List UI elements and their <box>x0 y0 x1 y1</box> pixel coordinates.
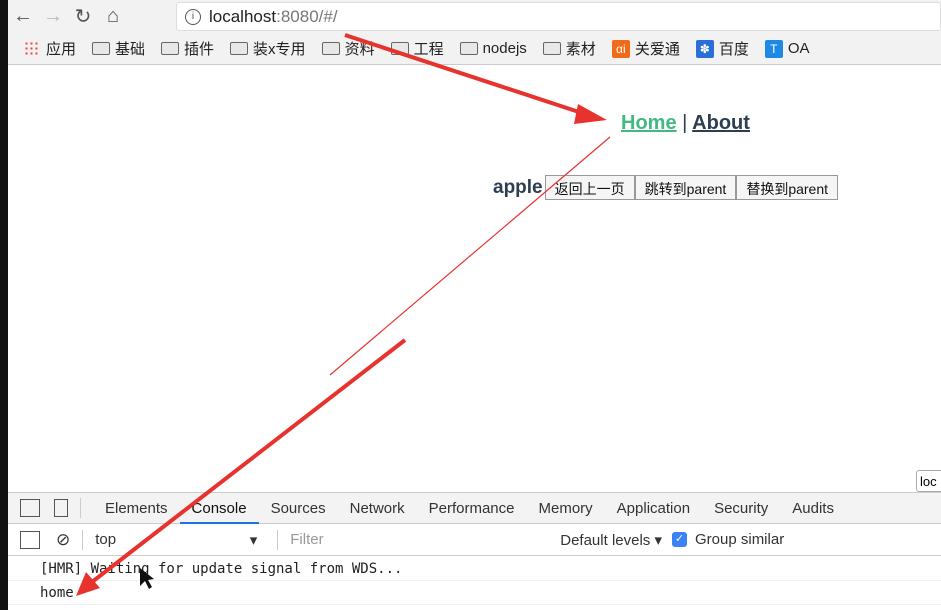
folder-icon <box>542 42 561 55</box>
home-icon[interactable]: ⌂ <box>98 5 128 28</box>
bookmark-item[interactable]: αi 关爱通 <box>611 38 680 59</box>
bookmark-item[interactable]: nodejs <box>459 40 527 57</box>
folder-icon <box>459 42 478 55</box>
bookmark-label: nodejs <box>482 40 527 57</box>
apps-icon <box>24 40 40 57</box>
bookmark-label: 百度 <box>718 41 749 58</box>
push-parent-button[interactable]: 跳转到parent <box>634 175 737 200</box>
annotation-line <box>329 136 611 376</box>
info-icon[interactable]: i <box>185 8 201 25</box>
arrowhead <box>574 104 607 124</box>
view-content: apple 返回上一页 跳转到parent 替换到parent <box>493 175 839 200</box>
context-select[interactable]: top ▾ <box>95 531 265 549</box>
tab-console[interactable]: Console <box>179 493 259 524</box>
bookmark-item[interactable]: T OA <box>764 39 810 58</box>
bookmark-item[interactable]: ✽ 百度 <box>695 38 749 59</box>
truncated-box: loc <box>916 470 941 492</box>
url-host: localhost <box>209 6 277 26</box>
forward-icon[interactable]: → <box>38 5 68 28</box>
bookmark-item[interactable]: 基础 <box>92 38 145 59</box>
folder-icon <box>230 42 249 55</box>
bookmark-label: 装x专用 <box>253 41 306 58</box>
group-similar-checkbox[interactable]: ✓ <box>672 532 687 547</box>
sidebar-toggle-icon[interactable] <box>20 530 40 549</box>
fruit-label: apple <box>493 176 543 198</box>
tab-memory[interactable]: Memory <box>527 493 605 524</box>
filter-input[interactable]: Filter <box>290 531 560 548</box>
bookmark-label: 工程 <box>413 41 444 58</box>
bookmark-label: 基础 <box>115 41 146 58</box>
dropdown-arrow-icon: ▾ <box>249 531 258 549</box>
home-link[interactable]: Home <box>621 112 677 134</box>
bookmark-item[interactable]: 素材 <box>542 38 596 59</box>
folder-icon <box>321 42 340 55</box>
url-path: :8080/#/ <box>276 6 338 26</box>
levels-dropdown[interactable]: Default levels ▾ <box>560 531 662 549</box>
inspect-icon[interactable] <box>20 499 40 517</box>
about-link[interactable]: About <box>692 112 750 134</box>
router-nav: Home | About <box>621 112 750 135</box>
console-output: [HMR] Waiting for update signal from WDS… <box>8 557 941 605</box>
bookmarks-bar: 应用 基础 插件 装x专用 资料 工程 nodejs 素材 αi 关爱通 ✽ 百度 T OA <box>8 33 941 65</box>
console-line: [HMR] Waiting for update signal from WDS… <box>8 557 941 581</box>
ai-icon: αi <box>611 39 630 58</box>
divider <box>82 529 84 550</box>
screen-edge <box>0 0 8 610</box>
nav-separator: | <box>682 112 688 134</box>
console-toolbar: ⊘ top ▾ Filter Default levels ▾ ✓ Group s… <box>8 524 941 556</box>
clear-console-icon[interactable]: ⊘ <box>56 530 70 550</box>
bookmark-item[interactable]: 工程 <box>390 38 444 59</box>
bookmark-label: 应用 <box>46 41 77 58</box>
bookmark-item[interactable]: 装x专用 <box>230 38 306 59</box>
browser-toolbar: ← → ↻ ⌂ i localhost:8080/#/ <box>8 0 941 33</box>
bookmark-label: 关爱通 <box>634 41 680 58</box>
folder-icon <box>92 42 111 55</box>
divider <box>277 529 279 550</box>
address-bar[interactable]: i localhost:8080/#/ <box>176 2 941 31</box>
device-toggle-icon[interactable] <box>54 499 68 517</box>
tab-application[interactable]: Application <box>605 493 702 524</box>
console-line: home <box>8 581 941 605</box>
folder-icon <box>161 42 180 55</box>
bookmark-label: 插件 <box>184 41 215 58</box>
tab-performance[interactable]: Performance <box>417 493 527 524</box>
tab-network[interactable]: Network <box>338 493 417 524</box>
tab-elements[interactable]: Elements <box>93 493 180 524</box>
tab-audits[interactable]: Audits <box>780 493 846 524</box>
tab-security[interactable]: Security <box>702 493 780 524</box>
folder-icon <box>390 42 409 55</box>
divider <box>80 498 81 518</box>
t-icon: T <box>764 39 783 58</box>
bookmark-item[interactable]: 应用 <box>24 38 76 59</box>
bookmark-label: OA <box>787 40 810 57</box>
group-similar-label: Group similar <box>695 531 785 548</box>
baidu-icon: ✽ <box>695 39 714 58</box>
go-back-button[interactable]: 返回上一页 <box>544 175 635 200</box>
bookmark-item[interactable]: 资料 <box>321 38 375 59</box>
bookmark-item[interactable]: 插件 <box>161 38 214 59</box>
replace-parent-button[interactable]: 替换到parent <box>736 175 839 200</box>
tab-sources[interactable]: Sources <box>259 493 338 524</box>
context-value: top <box>95 530 117 548</box>
devtools-tabs: Elements Console Sources Network Performance… <box>8 492 941 524</box>
bookmark-label: 素材 <box>565 41 596 58</box>
bookmark-label: 资料 <box>344 41 375 58</box>
back-icon[interactable]: ← <box>8 5 38 28</box>
reload-icon[interactable]: ↻ <box>68 4 98 29</box>
